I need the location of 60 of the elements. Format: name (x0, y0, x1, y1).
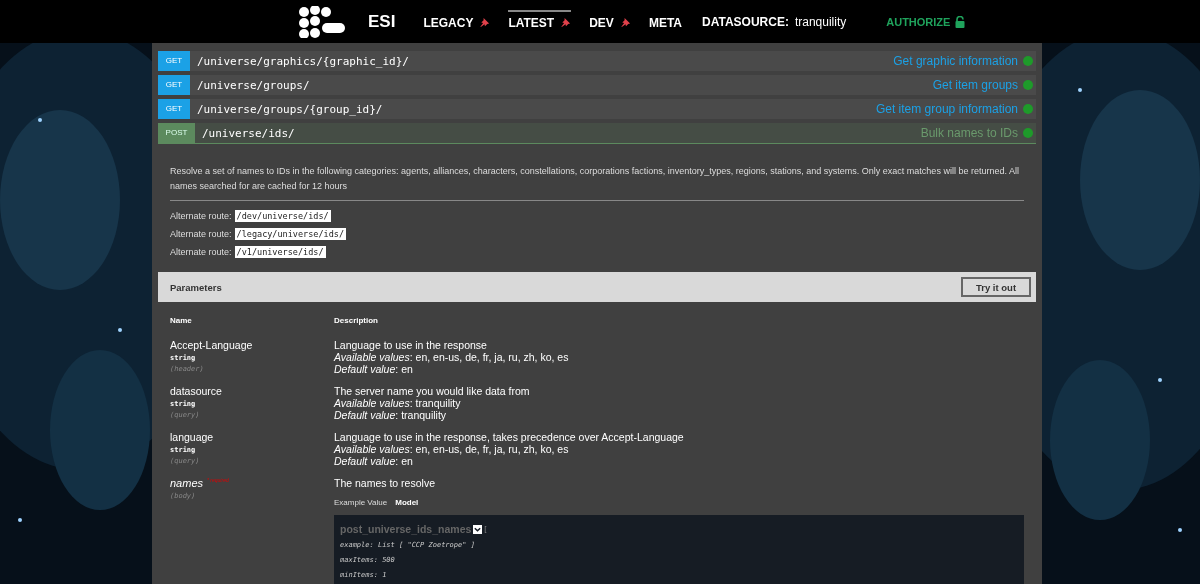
parameter-value-line: Default value: tranquility (334, 409, 448, 421)
status-dot (1023, 104, 1033, 114)
nav-tab[interactable]: META (648, 9, 682, 34)
caret-icon[interactable] (473, 524, 483, 534)
parameter-description: Language to use in the response (334, 339, 488, 351)
datasource-selector[interactable]: tranquility (794, 14, 847, 29)
parameter-name: names $^{* required}$ (170, 477, 230, 489)
route-label: Alternate route: (170, 247, 232, 257)
endpoint-summary: Get item groups (932, 78, 1018, 92)
parameter-name: datasource (170, 385, 223, 397)
logo-icon (298, 5, 346, 38)
endpoint-row[interactable]: GET /universe/graphics/{graphic_id}/ Get graphic information (158, 51, 1036, 71)
brand-title: ESI (368, 11, 396, 32)
status-dot (1023, 128, 1033, 138)
endpoint-summary: Get graphic information (893, 54, 1018, 68)
parameter-value-line: Available values: tranquility (334, 397, 462, 409)
endpoint-path: /universe/groups/ (197, 78, 311, 92)
endpoint-description: Resolve a set of names to IDs in the following categories: agents, alliances, characters, constellations, corporations factions, inventory_types, regions, stations, and systems. Only exact matches will be returned. All names searched for are cached for 12 hours (170, 165, 1020, 193)
method-badge: POST (158, 123, 195, 143)
parameter-name: Accept-Language (170, 339, 254, 351)
status-dot (1023, 80, 1033, 90)
endpoint-path: /universe/graphics/{graphic_id}/ (197, 54, 410, 68)
endpoint-path: /universe/ids/ (202, 126, 296, 140)
parameter-name: language (170, 431, 215, 443)
route-label: Alternate route: (170, 229, 232, 239)
parameter-value-line: Available values: en, en-us, de, fr, ja, ru, zh, ko, es (334, 351, 570, 363)
parameter-description: Language to use in the response, takes precedence over Accept-Language (334, 431, 685, 443)
route-label: Alternate route: (170, 211, 232, 221)
nav-tab[interactable]: LATEST (508, 9, 572, 34)
method-badge: GET (158, 51, 190, 71)
parameter-value-line: Default value: en (334, 455, 414, 467)
endpoint-row[interactable]: POST /universe/ids/ Bulk names to IDs (158, 123, 1036, 144)
endpoint-row[interactable]: GET /universe/groups/ Get item groups (158, 75, 1036, 95)
datasource-label: DATASOURCE: (702, 14, 789, 29)
endpoint-path: /universe/groups/{group_id}/ (197, 102, 384, 116)
endpoint-row[interactable]: GET /universe/groups/{group_id}/ Get item group information (158, 99, 1036, 119)
method-badge: GET (158, 75, 190, 95)
column-header: Name (170, 316, 193, 327)
parameter-value-line: Available values: en, en-us, de, fr, ja, ru, zh, ko, es (334, 443, 570, 455)
route-path: /v1/universe/ids/ (234, 246, 326, 258)
model-name: post_universe_ids_names (340, 523, 472, 535)
lock-icon (955, 15, 966, 28)
schema-tab[interactable]: Model (395, 497, 419, 509)
parameter-description: The names to resolve (334, 477, 436, 489)
route-path: /dev/universe/ids/ (234, 210, 331, 222)
endpoint-summary: Bulk names to IDs (920, 126, 1018, 140)
parameter-value-line: Default value: en (334, 363, 414, 375)
method-badge: GET (158, 99, 190, 119)
parameters-title: Parameters (170, 281, 222, 293)
schema-tab[interactable]: Example Value (334, 497, 388, 509)
nav-tab[interactable]: LEGACY (423, 9, 491, 34)
model-bracket: [ (484, 523, 487, 535)
endpoint-summary: Get item group information (875, 102, 1018, 116)
route-path: /legacy/universe/ids/ (234, 228, 346, 240)
try-it-out-button[interactable]: Try it out (961, 277, 1031, 297)
nav-tab[interactable]: DEV (589, 9, 631, 34)
column-header: Description (334, 316, 379, 327)
authorize-button[interactable]: AUTHORIZE (886, 15, 966, 28)
parameter-description: The server name you would like data from (334, 385, 531, 397)
status-dot (1023, 56, 1033, 66)
